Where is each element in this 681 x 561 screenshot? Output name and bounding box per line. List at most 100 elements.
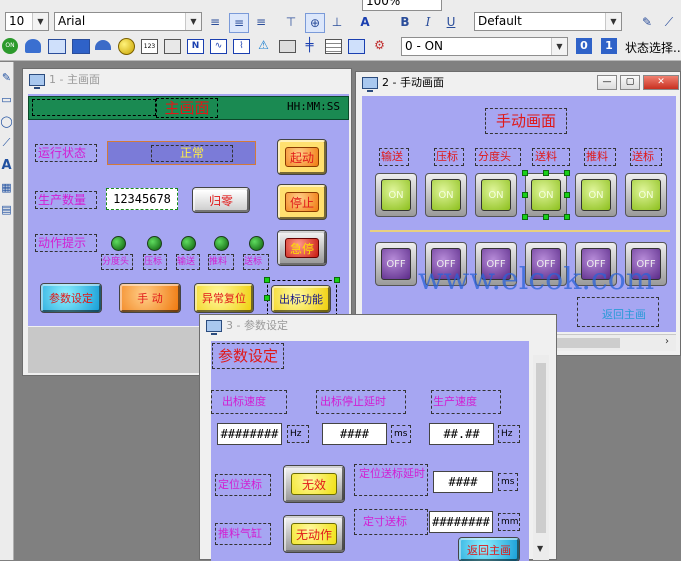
on-lamp-icon[interactable]: ON	[2, 38, 18, 54]
lamp-icon[interactable]	[118, 38, 135, 55]
numeric-icon[interactable]: 123	[141, 39, 158, 54]
chevron-down-icon[interactable]: ▼	[551, 38, 567, 55]
main-window-titlebar[interactable]: 1 - 主画面	[23, 69, 351, 91]
on-button-label[interactable]: ON	[625, 173, 667, 217]
toggle-face: 无动作	[291, 523, 337, 545]
ellipse-icon[interactable]: ◯	[0, 112, 13, 130]
maximize-button[interactable]: ▢	[620, 75, 640, 90]
param-back-button[interactable]: 返回主画	[459, 538, 519, 561]
selection-handle[interactable]	[564, 170, 570, 176]
italic-icon[interactable]: I	[419, 13, 437, 31]
reset-count-button[interactable]: 归零	[193, 188, 249, 212]
pusher-toggle[interactable]: 无动作	[284, 516, 344, 552]
state-combo[interactable]: 0 - ON ▼	[401, 37, 568, 56]
underline-icon[interactable]: U	[442, 13, 460, 31]
manual-button[interactable]: 手 动	[120, 284, 180, 312]
align-middle-icon[interactable]: ⊕	[305, 13, 325, 33]
trend-icon[interactable]: ∿	[210, 39, 227, 54]
position-feed-toggle[interactable]: 无效	[284, 466, 344, 502]
on-button-press[interactable]: ON	[425, 173, 467, 217]
param-setting-button[interactable]: 参数设定	[41, 284, 101, 312]
bitmap-icon[interactable]: ▦	[0, 178, 13, 196]
position-feed-label: 定位送标	[218, 478, 262, 491]
align-left-icon[interactable]: ≡	[206, 13, 224, 31]
on-button-push[interactable]: ON	[575, 173, 617, 217]
fault-reset-button[interactable]: 异常复位	[195, 284, 253, 312]
selection-handle[interactable]	[543, 214, 549, 220]
zoom-combo[interactable]: 100%	[362, 0, 442, 11]
align-top-icon[interactable]: ⊤	[282, 13, 300, 31]
selection-handle[interactable]	[543, 170, 549, 176]
column-label: 输送	[381, 150, 403, 163]
state-1-button[interactable]: 1	[601, 38, 617, 54]
panel-icon[interactable]	[72, 39, 90, 54]
table-icon[interactable]	[325, 39, 342, 54]
fixed-feed-input[interactable]: ########	[429, 511, 493, 533]
indicator-lamp	[111, 236, 126, 251]
state-select-label[interactable]: 状态选择..	[625, 39, 681, 56]
chevron-down-icon[interactable]: ▼	[185, 13, 201, 30]
selection-handle[interactable]	[264, 295, 270, 301]
line-icon[interactable]: ⟋	[0, 134, 13, 152]
scrollbar-thumb[interactable]	[536, 363, 546, 533]
stop-button[interactable]: 停止	[278, 185, 326, 219]
selection-handle[interactable]	[522, 214, 528, 220]
font-name-combo[interactable]: Arial ▼	[54, 12, 202, 31]
speed-unit: Hz	[290, 429, 302, 439]
manual-back-button[interactable]: 返回主画	[602, 306, 646, 322]
bold-icon[interactable]: B	[396, 13, 414, 31]
emergency-stop-button[interactable]: 急停	[278, 231, 326, 265]
on-button-supply[interactable]: ON	[525, 173, 567, 217]
slider-icon[interactable]: ╪	[302, 38, 317, 53]
picture-icon[interactable]	[348, 39, 365, 54]
chevron-down-icon[interactable]: ▼	[605, 13, 621, 30]
chevron-down-icon[interactable]: ▼	[537, 544, 543, 553]
state-0-button[interactable]: 0	[576, 38, 592, 54]
param-vertical-scrollbar[interactable]: ▼	[533, 355, 549, 560]
display-icon[interactable]	[48, 39, 66, 54]
chevron-down-icon[interactable]: ▼	[32, 13, 48, 30]
text-icon[interactable]: A	[0, 156, 13, 174]
on-button-feed[interactable]: ON	[375, 173, 417, 217]
off-button-feed[interactable]: OFF	[375, 242, 417, 286]
align-center-icon[interactable]: ≡	[229, 13, 249, 33]
chevron-right-icon[interactable]: ›	[665, 336, 669, 347]
start-button[interactable]: 起动	[278, 140, 326, 174]
on-button-face: ON	[531, 179, 561, 211]
selection-handle[interactable]	[564, 192, 570, 198]
prod-speed-input[interactable]: ##.##	[429, 423, 494, 445]
param-window-titlebar[interactable]: 3 - 参数设定	[200, 315, 556, 337]
selection-handle[interactable]	[522, 170, 528, 176]
close-button[interactable]: ✕	[643, 75, 679, 90]
rectangle-icon[interactable]: ▭	[0, 90, 13, 108]
minimize-button[interactable]: —	[597, 75, 617, 90]
pencil-icon[interactable]: ✎	[0, 68, 13, 86]
selection-handle[interactable]	[334, 277, 340, 283]
gauge-icon[interactable]	[95, 40, 111, 50]
selection-handle[interactable]	[264, 277, 270, 283]
network-icon[interactable]	[25, 39, 41, 53]
alarm-icon[interactable]: ⚠	[256, 38, 271, 52]
param-screen-window[interactable]: 3 - 参数设定 参数设定 出标速度 出标停止延时 生产速度 ######## …	[199, 314, 557, 561]
font-color-icon[interactable]: A	[356, 13, 374, 31]
style-combo[interactable]: Default ▼	[474, 12, 622, 31]
selection-handle[interactable]	[564, 214, 570, 220]
n-icon[interactable]: N	[187, 39, 204, 54]
led-label: 送标	[244, 257, 263, 267]
align-right-icon[interactable]: ≡	[252, 13, 270, 31]
stop-delay-input[interactable]: ####	[322, 423, 387, 445]
font-size-combo[interactable]: 10 ▼	[5, 12, 49, 31]
signal-icon[interactable]: ⌇	[233, 39, 250, 54]
align-bottom-icon[interactable]: ⊥	[328, 13, 346, 31]
keyboard-icon[interactable]	[279, 40, 296, 53]
recipe-icon[interactable]: ⚙	[372, 38, 387, 53]
grid-icon[interactable]: ▤	[0, 200, 13, 218]
manual-window-titlebar[interactable]: 2 - 手动画面 — ▢ ✕	[356, 72, 680, 94]
selection-handle[interactable]	[522, 192, 528, 198]
register-icon[interactable]	[164, 39, 181, 54]
pen-color-icon[interactable]: ⟋	[660, 13, 678, 31]
position-delay-input[interactable]: ####	[433, 471, 493, 493]
on-button-index[interactable]: ON	[475, 173, 517, 217]
pen-icon[interactable]: ✎	[638, 13, 656, 31]
speed-input[interactable]: ########	[217, 423, 282, 445]
